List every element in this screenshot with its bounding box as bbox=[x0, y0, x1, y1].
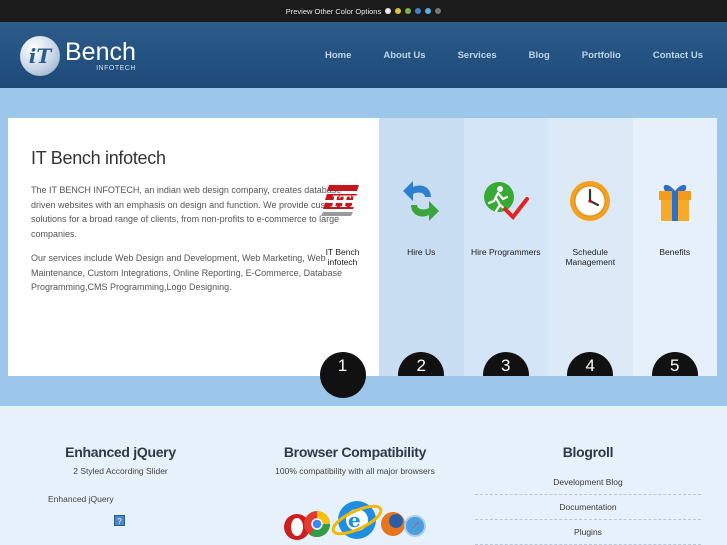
widget-jquery-title: Enhanced jQuery bbox=[65, 444, 176, 460]
feature-label-4: Schedule Management bbox=[565, 247, 616, 267]
color-options-bar: Preview Other Color Options bbox=[0, 0, 727, 22]
color-swatch-lightblue[interactable] bbox=[425, 8, 432, 14]
logo-mark-icon: iT bbox=[20, 36, 60, 76]
feature-label-1: IT Bench infotech bbox=[325, 247, 360, 267]
help-icon[interactable]: ? bbox=[114, 515, 125, 526]
nav-home[interactable]: Home bbox=[325, 50, 351, 61]
feature-tab-1[interactable]: ITB IT Bench infotech 1 bbox=[306, 118, 379, 398]
widget-blogroll: Blogroll Development Blog Documentation … bbox=[475, 406, 701, 545]
feature-tab-2[interactable]: Hire Us 2 bbox=[379, 118, 464, 376]
widget-browser-subtitle: 100% compatibility with all major browse… bbox=[275, 466, 435, 476]
feature-label-5: Benefits bbox=[659, 247, 691, 257]
nav-services[interactable]: Services bbox=[458, 50, 497, 61]
feature-tab-4[interactable]: Schedule Management 4 bbox=[548, 118, 633, 376]
feature-number-2: 2 bbox=[398, 352, 445, 376]
color-swatch-blue[interactable] bbox=[415, 8, 422, 14]
browser-logos-image: e bbox=[255, 490, 455, 540]
main-nav: Home About Us Services Blog Portfolio Co… bbox=[325, 50, 703, 61]
site-logo[interactable]: iT Bench INFOTECH bbox=[20, 36, 136, 76]
blogroll-item-documentation[interactable]: Documentation bbox=[475, 495, 701, 520]
feature-label-2: Hire Us bbox=[407, 247, 436, 257]
blogroll-item-plugins[interactable]: Plugins bbox=[475, 520, 701, 545]
color-swatch-green[interactable] bbox=[405, 8, 412, 14]
logo-subtitle: INFOTECH bbox=[96, 65, 136, 72]
nav-contact-us[interactable]: Contact Us bbox=[653, 50, 703, 61]
feature-number-3: 3 bbox=[482, 352, 529, 376]
itb-logo-icon: ITB bbox=[320, 178, 366, 224]
color-swatch-white[interactable] bbox=[385, 8, 392, 14]
widget-browser: Browser Compatibility 100% compatibility… bbox=[255, 406, 455, 540]
feature-number-5: 5 bbox=[651, 352, 698, 376]
widget-jquery: Enhanced jQuery 2 Styled According Slide… bbox=[48, 406, 193, 526]
widget-blogroll-title: Blogroll bbox=[562, 444, 614, 460]
feature-number-4: 4 bbox=[567, 352, 614, 376]
runner-check-icon bbox=[483, 178, 529, 224]
feature-tab-3[interactable]: Hire Programmers 3 bbox=[463, 118, 548, 376]
color-swatch-gray[interactable] bbox=[435, 8, 442, 14]
logo-brand: Bench bbox=[65, 38, 136, 66]
widget-jquery-subtitle: 2 Styled According Slider bbox=[73, 466, 168, 476]
footer-widgets: Enhanced jQuery 2 Styled According Slide… bbox=[0, 406, 727, 545]
nav-blog[interactable]: Blog bbox=[529, 50, 550, 61]
nav-about-us[interactable]: About Us bbox=[383, 50, 425, 61]
color-options-label: Preview Other Color Options bbox=[285, 6, 382, 16]
site-header: iT Bench INFOTECH Home About Us Services… bbox=[0, 22, 727, 88]
widget-browser-title: Browser Compatibility bbox=[283, 444, 427, 460]
color-swatch-yellow[interactable] bbox=[395, 8, 402, 14]
feature-number-1: 1 bbox=[319, 352, 366, 398]
widget-jquery-item[interactable]: Enhanced jQuery bbox=[48, 494, 193, 504]
svg-text:ITB: ITB bbox=[330, 192, 364, 211]
nav-portfolio[interactable]: Portfolio bbox=[582, 50, 621, 61]
clock-icon bbox=[567, 178, 613, 224]
feature-panel: IT Bench infotech The IT BENCH INFOTECH,… bbox=[8, 118, 717, 398]
feature-label-3: Hire Programmers bbox=[471, 247, 541, 257]
blogroll-item-development-blog[interactable]: Development Blog bbox=[475, 470, 701, 495]
feature-tab-5[interactable]: Benefits 5 bbox=[632, 118, 717, 376]
feature-tabs: Hire Us 2 Hire Programmers 3 Schedule Ma… bbox=[379, 118, 717, 376]
refresh-arrows-icon bbox=[398, 178, 444, 224]
gift-icon bbox=[652, 178, 698, 224]
